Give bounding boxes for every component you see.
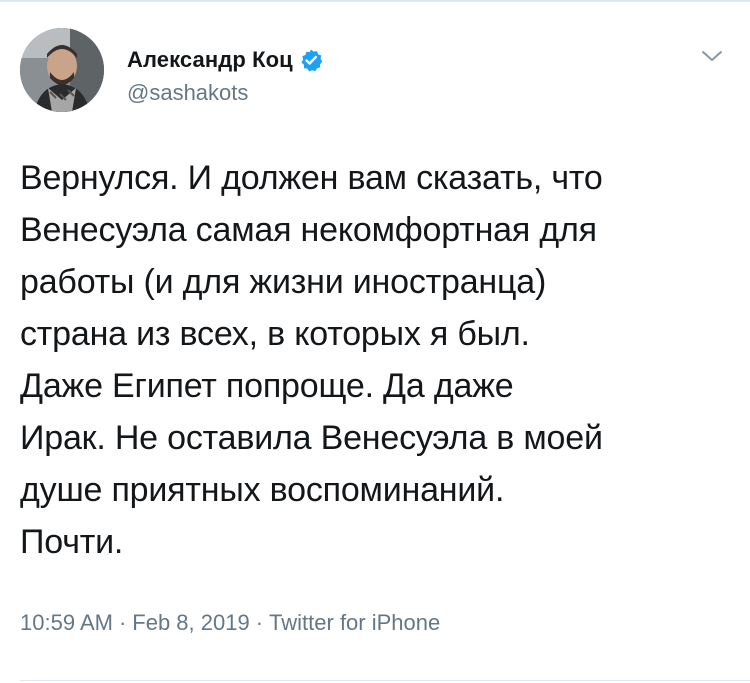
display-name[interactable]: Александр Коц xyxy=(127,47,293,73)
tweet-line: Ирак. Не оставила Венесуэла в моей xyxy=(20,419,603,457)
tweet-text: Вернулся. И должен вам сказать, что Вене… xyxy=(20,152,732,568)
tweet-source[interactable]: Twitter for iPhone xyxy=(269,610,440,635)
bottom-divider xyxy=(20,680,750,681)
meta-separator: · xyxy=(118,610,127,635)
tweet-line: Даже Египет попроще. Да даже xyxy=(20,367,514,405)
tweet-time[interactable]: 10:59 AM xyxy=(20,610,113,635)
meta-separator: · xyxy=(255,610,264,635)
tweet-line: работы (и для жизни иностранца) xyxy=(20,263,547,301)
author-info: Александр Коц @sashakots xyxy=(127,44,323,106)
tweet-line: Вернулся. И должен вам сказать, что xyxy=(20,159,603,197)
top-divider xyxy=(0,0,750,2)
tweet-header: Александр Коц @sashakots xyxy=(20,24,730,114)
tweet-line: Почти. xyxy=(20,523,124,561)
chevron-down-icon[interactable] xyxy=(700,46,724,66)
avatar[interactable] xyxy=(20,28,104,112)
tweet-line: Венесуэла самая некомфортная для xyxy=(20,211,597,249)
tweet-line: страна из всех, в которых я был. xyxy=(20,315,530,353)
display-name-row: Александр Коц xyxy=(127,44,323,76)
tweet-metadata: 10:59 AM · Feb 8, 2019 · Twitter for iPhone xyxy=(20,610,440,636)
verified-badge-icon xyxy=(299,48,323,72)
tweet-line: душе приятных воспоминаний. xyxy=(20,471,505,509)
tweet-date[interactable]: Feb 8, 2019 xyxy=(132,610,249,635)
handle[interactable]: @sashakots xyxy=(127,80,323,106)
